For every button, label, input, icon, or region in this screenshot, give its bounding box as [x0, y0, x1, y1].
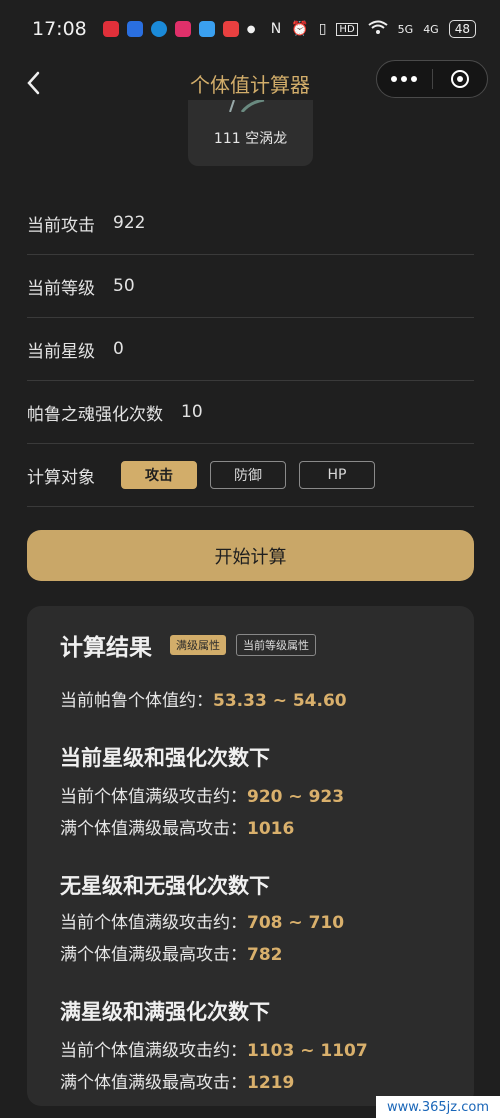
line-value: 920 ~ 923 — [247, 787, 345, 807]
star-input[interactable]: 0 — [113, 339, 124, 359]
result-header: 计算结果 满级属性 当前等级属性 — [60, 628, 326, 662]
line-label: 当前个体值满级攻击约： — [60, 787, 247, 807]
level-label: 当前等级 — [27, 278, 95, 299]
section-title: 满星级和满强化次数下 — [60, 1000, 270, 1024]
input-form: 当前攻击 922 当前等级 50 当前星级 0 帕鲁之魂强化次数 10 计算对象… — [27, 192, 474, 507]
signal-icon: 5G — [397, 22, 414, 36]
line-value: 782 — [247, 945, 283, 965]
watermark: www.365jz.com — [376, 1096, 500, 1118]
target-label: 计算对象 — [27, 467, 95, 488]
level-input[interactable]: 50 — [113, 276, 135, 296]
pal-card[interactable]: 111 空涡龙 — [188, 100, 313, 166]
result-title: 计算结果 — [60, 635, 152, 661]
section-line: 满个体值满级最高攻击：1016 — [60, 814, 294, 839]
status-time: 17:08 — [32, 18, 87, 40]
hd-icon: HD — [336, 22, 358, 36]
attack-label: 当前攻击 — [27, 215, 95, 236]
pal-name: 111 空涡龙 — [213, 131, 288, 147]
chevron-left-icon — [27, 71, 40, 95]
line-value: 708 ~ 710 — [247, 913, 345, 933]
status-bar: 17:08 ● N ⏰ ▯ HD 5G 4G 48 — [0, 0, 500, 58]
close-miniprogram-button[interactable] — [433, 61, 488, 97]
line-label: 满个体值满级最高攻击： — [60, 945, 247, 965]
section-line: 当前个体值满级攻击约：1103 ~ 1107 — [60, 1036, 368, 1061]
status-left: 17:08 ● — [32, 18, 256, 40]
iv-label: 当前帕鲁个体值约： — [60, 691, 213, 711]
more-button[interactable] — [377, 61, 432, 97]
soul-label: 帕鲁之魂强化次数 — [27, 404, 163, 425]
start-calculate-button[interactable]: 开始计算 — [27, 530, 474, 581]
more-dots-icon — [391, 76, 418, 82]
section-line: 满个体值满级最高攻击：782 — [60, 940, 283, 965]
soul-row[interactable]: 帕鲁之魂强化次数 10 — [27, 381, 474, 444]
soul-input[interactable]: 10 — [181, 402, 203, 422]
line-label: 满个体值满级最高攻击： — [60, 819, 247, 839]
section-line: 当前个体值满级攻击约：708 ~ 710 — [60, 908, 344, 933]
app-notification-icon — [222, 21, 239, 37]
app-notification-icon — [174, 21, 191, 37]
iv-value: 53.33 ~ 54.60 — [213, 691, 347, 711]
line-label: 当前个体值满级攻击约： — [60, 1041, 247, 1061]
nfc-icon: N — [270, 21, 282, 37]
line-value: 1219 — [247, 1073, 295, 1093]
iv-line: 当前帕鲁个体值约：53.33 ~ 54.60 — [60, 686, 347, 711]
option-hp[interactable]: HP — [299, 461, 375, 489]
pal-image — [229, 100, 265, 112]
wifi-icon — [368, 20, 388, 38]
app-notification-icon — [126, 21, 143, 37]
battery-icon: 48 — [448, 20, 476, 38]
signal-icon: 4G — [423, 22, 439, 36]
app-notification-icon — [102, 21, 119, 37]
app-notification-icon — [150, 21, 167, 37]
section-line: 满个体值满级最高攻击：1219 — [60, 1068, 294, 1093]
section-line: 当前个体值满级攻击约：920 ~ 923 — [60, 782, 344, 807]
section-title: 当前星级和强化次数下 — [60, 746, 270, 770]
line-value: 1103 ~ 1107 — [247, 1041, 368, 1061]
line-label: 当前个体值满级攻击约： — [60, 913, 247, 933]
target-row: 计算对象 攻击 防御 HP — [27, 444, 474, 507]
page-title: 个体值计算器 — [190, 72, 310, 97]
attack-row[interactable]: 当前攻击 922 — [27, 192, 474, 255]
target-circle-icon — [450, 70, 469, 88]
section-title: 无星级和无强化次数下 — [60, 874, 270, 898]
back-button[interactable] — [18, 66, 48, 100]
line-label: 满个体值满级最高攻击： — [60, 1073, 247, 1093]
status-right: N ⏰ ▯ HD 5G 4G 48 — [271, 20, 476, 38]
tag-max-level[interactable]: 满级属性 — [170, 635, 226, 655]
alarm-icon: ⏰ — [291, 21, 309, 37]
attack-input[interactable]: 922 — [113, 213, 145, 233]
level-row[interactable]: 当前等级 50 — [27, 255, 474, 318]
tag-current-level[interactable]: 当前等级属性 — [236, 634, 316, 656]
result-card: 计算结果 满级属性 当前等级属性 当前帕鲁个体值约：53.33 ~ 54.60 … — [27, 606, 474, 1106]
more-notifications-icon: ● — [246, 23, 256, 35]
option-attack[interactable]: 攻击 — [121, 461, 197, 489]
line-value: 1016 — [247, 819, 295, 839]
app-notification-icon — [198, 21, 215, 37]
vibrate-icon: ▯ — [318, 21, 327, 37]
option-defense[interactable]: 防御 — [210, 461, 286, 489]
star-label: 当前星级 — [27, 341, 95, 362]
miniprogram-capsule — [376, 60, 488, 98]
star-row[interactable]: 当前星级 0 — [27, 318, 474, 381]
